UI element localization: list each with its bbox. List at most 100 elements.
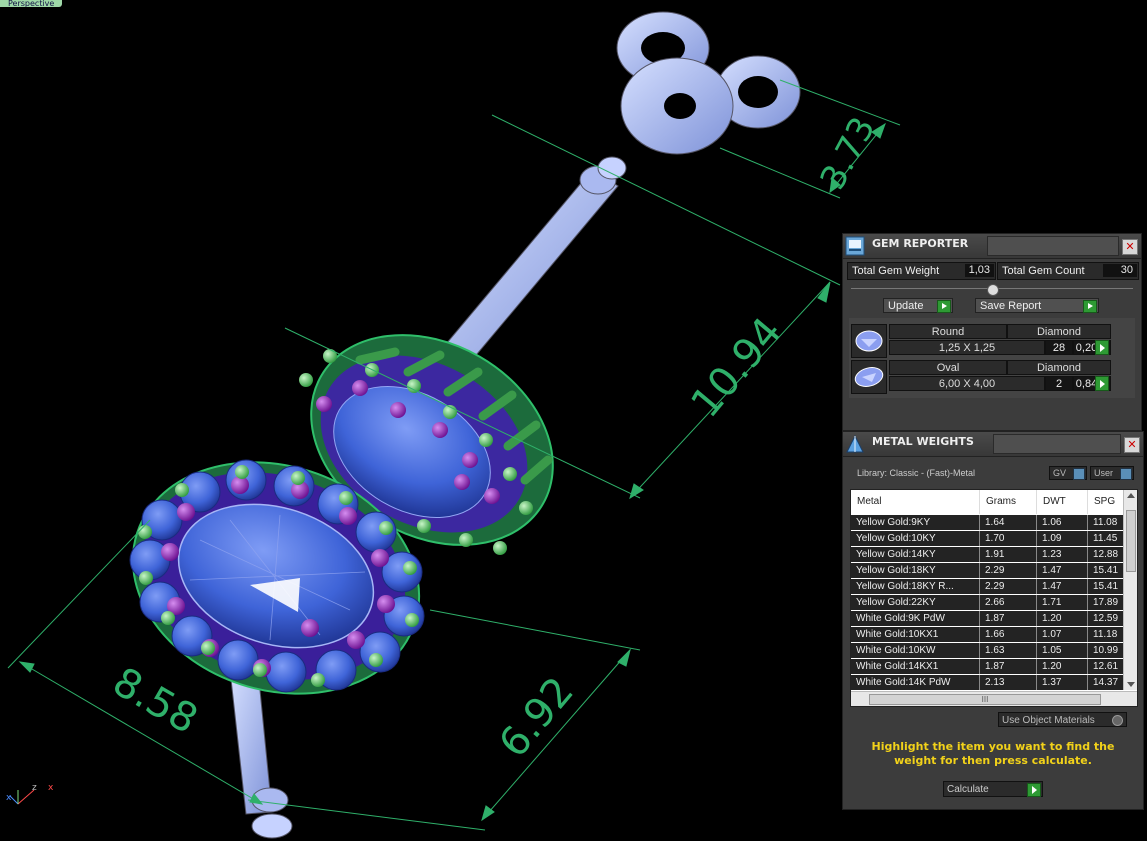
save-report-button[interactable]: Save Report [975, 298, 1099, 313]
gem-reporter-title: GEM REPORTER [872, 237, 969, 250]
metal-name-cell: White Gold:14K PdW [851, 675, 980, 690]
use-object-materials-option[interactable]: Use Object Materials [998, 712, 1127, 727]
metal-weights-icon [846, 434, 864, 453]
metal-name-cell: White Gold:10KX1 [851, 627, 980, 642]
spg-cell: 14.37 [1088, 675, 1128, 690]
spg-cell: 11.45 [1088, 531, 1128, 546]
gv-toggle-label: GV [1053, 468, 1067, 478]
table-row[interactable]: White Gold:14K PdW 2.13 1.37 14.37 [851, 675, 1128, 691]
scroll-thumb[interactable] [1126, 510, 1136, 572]
axis-label-x-red: x [48, 783, 54, 793]
dwt-cell: 1.20 [1037, 611, 1088, 626]
update-button[interactable]: Update [883, 298, 953, 313]
gem-list: Round Diamond 1,25 X 1,25 28 0,20tw Oval… [849, 318, 1135, 398]
table-row[interactable]: White Gold:10KX1 1.66 1.07 11.18 [851, 627, 1128, 643]
vertical-scrollbar[interactable] [1123, 490, 1137, 690]
gem-count: 28 [1045, 340, 1073, 355]
gem-shape: Round [889, 324, 1007, 339]
save-report-button-label: Save Report [980, 300, 1042, 312]
metal-name-cell: White Gold:14KX1 [851, 659, 980, 674]
table-header: Metal Grams DWT SPG [851, 490, 1128, 514]
dimension-label: 6.92 [490, 669, 582, 767]
axis-label-x: x [6, 793, 12, 803]
column-header-spg[interactable]: SPG [1088, 490, 1128, 514]
metal-weights-table: Metal Grams DWT SPG Yellow Gold:9KY 1.64 1… [850, 489, 1138, 707]
update-button-label: Update [888, 300, 924, 312]
play-arrow-icon [1027, 783, 1041, 797]
spg-cell: 15.41 [1088, 563, 1128, 578]
gem-row-go-button[interactable] [1095, 340, 1109, 355]
calculate-button-label: Calculate [947, 784, 989, 795]
table-row[interactable]: Yellow Gold:10KY 1.70 1.09 11.45 [851, 531, 1128, 547]
close-icon[interactable]: ✕ [1122, 239, 1138, 255]
gem-count: 2 [1045, 376, 1073, 391]
gv-toggle[interactable]: GV [1049, 466, 1087, 480]
dwt-cell: 1.47 [1037, 563, 1088, 578]
dwt-cell: 1.37 [1037, 675, 1088, 690]
column-header-metal[interactable]: Metal [851, 490, 980, 514]
table-row[interactable]: White Gold:14KX1 1.87 1.20 12.61 [851, 659, 1128, 675]
gem-row[interactable]: Round Diamond 1,25 X 1,25 28 0,20tw [851, 324, 1135, 358]
gem-material: Diamond [1007, 360, 1111, 375]
table-row[interactable]: Yellow Gold:14KY 1.91 1.23 12.88 [851, 547, 1128, 563]
spg-cell: 12.88 [1088, 547, 1128, 562]
user-toggle[interactable]: User [1090, 466, 1134, 480]
metal-weights-titlebar[interactable]: METAL WEIGHTS ✕ [843, 432, 1143, 457]
gem-reporter-titlebar[interactable]: GEM REPORTER ✕ [843, 234, 1141, 259]
metal-weights-panel: METAL WEIGHTS ✕ Library: Classic - (Fast… [842, 431, 1144, 810]
total-gem-weight-field: Total Gem Weight 1,03 [847, 262, 996, 280]
spg-cell: 15.41 [1088, 579, 1128, 594]
play-arrow-icon [937, 300, 951, 313]
library-label: Library: Classic - (Fast)-Metal [857, 468, 976, 478]
grams-cell: 1.87 [980, 611, 1037, 626]
grams-cell: 2.66 [980, 595, 1037, 610]
axis-triad: x z x [6, 783, 54, 805]
round-gem-icon [851, 324, 887, 358]
table-row[interactable]: White Gold:9K PdW 1.87 1.20 12.59 [851, 611, 1128, 627]
grams-cell: 1.70 [980, 531, 1037, 546]
dwt-cell: 1.06 [1037, 515, 1088, 530]
metal-name-cell: Yellow Gold:14KY [851, 547, 980, 562]
grams-cell: 2.29 [980, 563, 1037, 578]
gem-material: Diamond [1007, 324, 1111, 339]
metal-name-cell: Yellow Gold:18KY R... [851, 579, 980, 594]
table-row[interactable]: Yellow Gold:18KY R... 2.29 1.47 15.41 [851, 579, 1128, 595]
metal-name-cell: White Gold:9K PdW [851, 611, 980, 626]
dimension-label: 8.58 [105, 659, 205, 743]
scroll-down-icon[interactable] [1127, 682, 1135, 687]
table-row[interactable]: Yellow Gold:22KY 2.66 1.71 17.89 [851, 595, 1128, 611]
column-header-grams[interactable]: Grams [980, 490, 1037, 514]
scroll-up-icon[interactable] [1127, 493, 1135, 498]
oval-gem-icon [851, 360, 887, 394]
grams-cell: 2.13 [980, 675, 1037, 690]
grams-cell: 1.87 [980, 659, 1037, 674]
dwt-cell: 1.47 [1037, 579, 1088, 594]
metal-name-cell: Yellow Gold:18KY [851, 563, 980, 578]
play-arrow-icon [1083, 300, 1097, 313]
spg-cell: 11.18 [1088, 627, 1128, 642]
grams-cell: 1.91 [980, 547, 1037, 562]
earring-back-model [616, 11, 801, 155]
radio-icon [1112, 715, 1123, 726]
horizontal-scrollbar[interactable]: III [851, 691, 1137, 706]
gem-row[interactable]: Oval Diamond 6,00 X 4,00 2 0,84tw [851, 360, 1135, 394]
table-row[interactable]: Yellow Gold:18KY 2.29 1.47 15.41 [851, 563, 1128, 579]
metal-weights-title: METAL WEIGHTS [872, 435, 974, 448]
total-gem-weight-value: 1,03 [964, 264, 994, 277]
spg-cell: 11.08 [1088, 515, 1128, 530]
table-row[interactable]: White Gold:10KW 1.63 1.05 10.99 [851, 643, 1128, 659]
close-icon[interactable]: ✕ [1124, 437, 1140, 453]
axis-label-z: z [32, 783, 37, 793]
table-row[interactable]: Yellow Gold:9KY 1.64 1.06 11.08 [851, 515, 1128, 531]
total-gem-weight-label: Total Gem Weight [852, 265, 940, 277]
gem-size: 1,25 X 1,25 [889, 340, 1045, 355]
calculate-button[interactable]: Calculate [943, 781, 1043, 797]
gem-row-go-button[interactable] [1095, 376, 1109, 391]
metal-name-cell: Yellow Gold:9KY [851, 515, 980, 530]
splitter-handle[interactable] [987, 284, 999, 296]
gem-shape: Oval [889, 360, 1007, 375]
spg-cell: 10.99 [1088, 643, 1128, 658]
column-header-dwt[interactable]: DWT [1037, 490, 1088, 514]
metal-name-cell: White Gold:10KW [851, 643, 980, 658]
scroll-thumb-horizontal[interactable]: III [869, 694, 1101, 705]
